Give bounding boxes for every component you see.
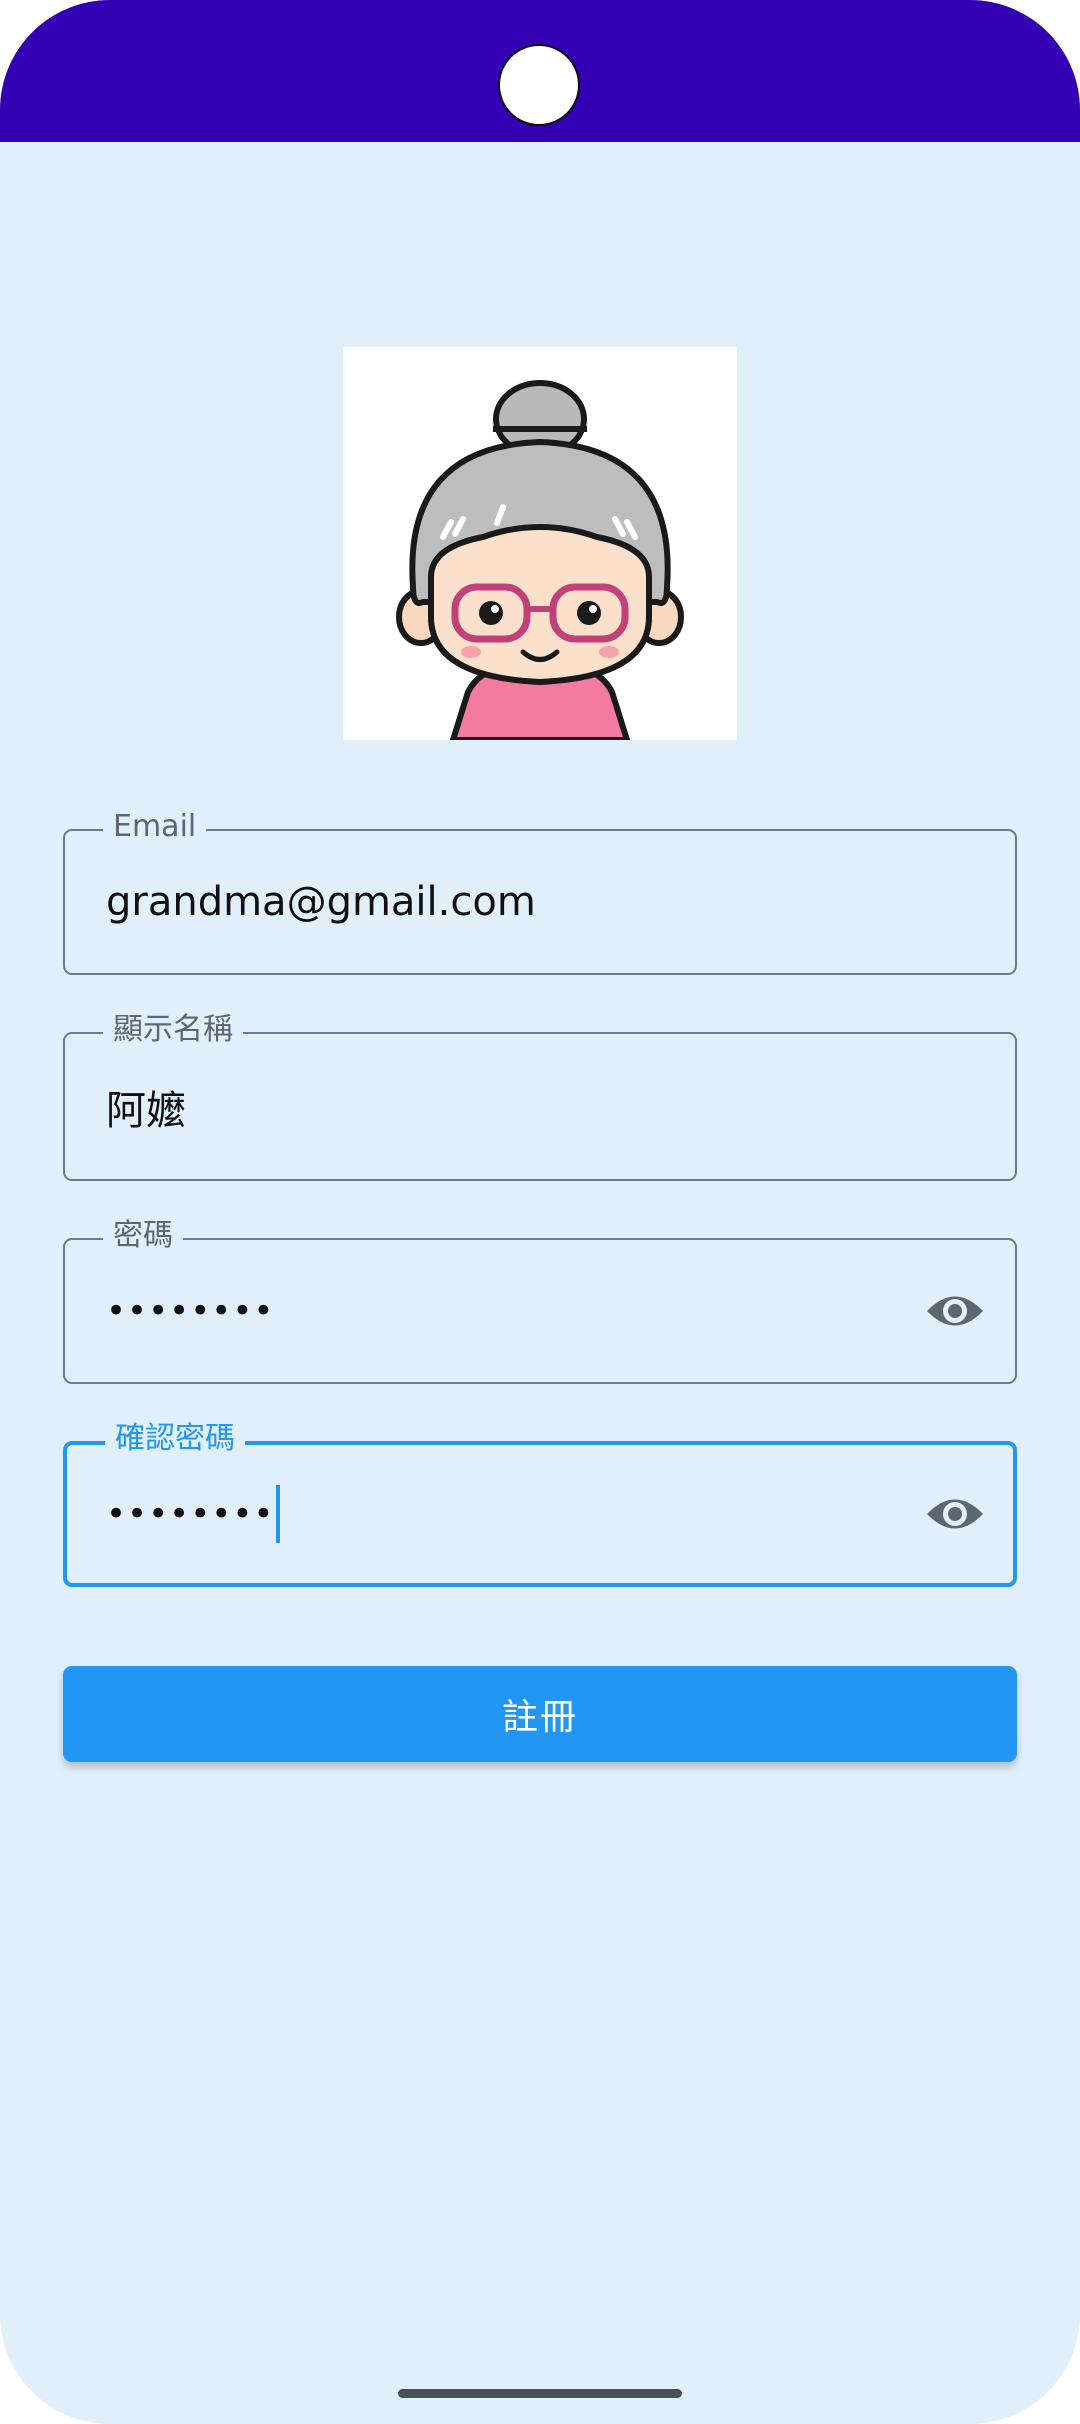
email-input[interactable]: grandma@gmail.com (106, 831, 536, 973)
display-name-input[interactable]: 阿嬤 (106, 1034, 186, 1179)
eye-icon[interactable] (925, 1290, 985, 1332)
register-button[interactable]: 註冊 (63, 1666, 1017, 1762)
status-bar (0, 0, 1080, 142)
text-caret (276, 1485, 281, 1543)
confirm-password-field[interactable]: 確認密碼 •••••••• (63, 1419, 1017, 1587)
home-indicator[interactable] (398, 2389, 682, 2398)
confirm-password-input-wrap[interactable]: •••••••• (106, 1445, 281, 1583)
confirm-password-input[interactable]: •••••••• (106, 1494, 274, 1534)
front-camera-cutout (498, 44, 580, 126)
email-field[interactable]: Email grandma@gmail.com (63, 807, 1017, 975)
display-name-field[interactable]: 顯示名稱 阿嬤 (63, 1010, 1017, 1181)
avatar-image (343, 347, 737, 740)
password-field[interactable]: 密碼 •••••••• (63, 1216, 1017, 1384)
phone-screen: Email grandma@gmail.com 顯示名稱 阿嬤 密碼 •••••… (0, 0, 1080, 2424)
grandma-avatar-icon (343, 347, 737, 740)
password-input[interactable]: •••••••• (106, 1240, 274, 1382)
eye-icon[interactable] (925, 1493, 985, 1535)
